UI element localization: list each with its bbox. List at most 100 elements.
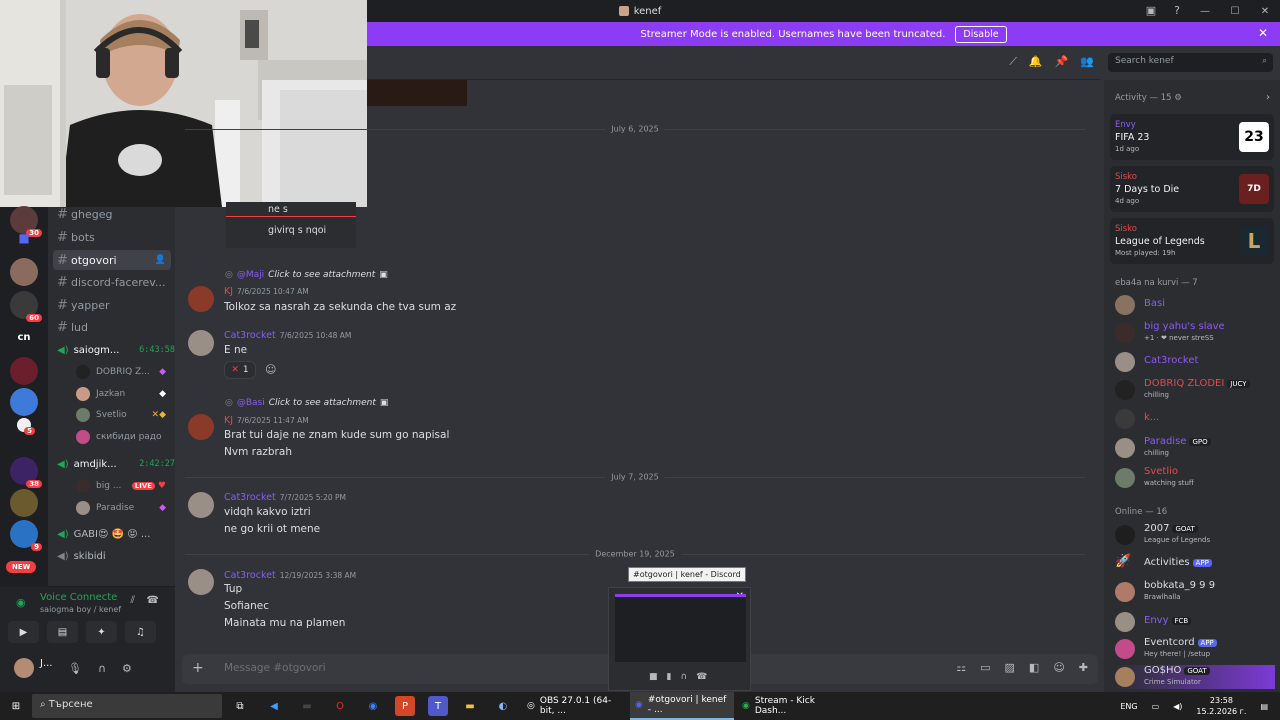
- inbox-icon[interactable]: ▣: [1146, 4, 1156, 17]
- server-icon[interactable]: 5: [17, 418, 35, 435]
- search-input[interactable]: Search kenef ⌕: [1108, 53, 1273, 72]
- member-row[interactable]: Paradise GPO chilling: [1115, 436, 1275, 460]
- voice-user[interactable]: DOBRIQ Z... ◆: [76, 362, 166, 382]
- voice-channel-3[interactable]: ◀) GABI😍 🤩 😝 ...: [57, 525, 175, 543]
- voice-user[interactable]: Svetlio ✕◆: [76, 405, 166, 425]
- camera-icon[interactable]: ■: [649, 672, 658, 682]
- server-icon[interactable]: [10, 388, 38, 416]
- voice-location[interactable]: saiogma boy / kenef: [40, 605, 121, 614]
- avatar[interactable]: [14, 658, 34, 678]
- member-row[interactable]: k...: [1115, 407, 1275, 431]
- reply-preview[interactable]: ◎ @Maji Click to see attachment ▣: [225, 270, 388, 280]
- settings-icon[interactable]: ⚙: [122, 662, 132, 675]
- voice-channel-4[interactable]: ◀) skibidi: [57, 547, 175, 565]
- channel-discord-facerev[interactable]: # discord-facerev...: [53, 272, 171, 292]
- add-reaction-icon[interactable]: ☺: [265, 363, 276, 376]
- avatar[interactable]: [188, 330, 214, 356]
- member-row[interactable]: big yahu's slave +1 · ❤ never streSS: [1115, 321, 1275, 345]
- opera-icon[interactable]: O: [330, 696, 350, 716]
- voice-user[interactable]: Paradise ◆: [76, 498, 166, 518]
- emoji-icon[interactable]: ☺: [1053, 661, 1064, 674]
- server-icon[interactable]: [10, 258, 38, 286]
- language-indicator[interactable]: ENG: [1120, 702, 1137, 711]
- network-icon[interactable]: ▭: [1152, 702, 1160, 711]
- screen-share-button[interactable]: ▤: [47, 621, 78, 643]
- member-row[interactable]: Basi: [1115, 293, 1275, 317]
- powerpoint-icon[interactable]: P: [395, 696, 415, 716]
- channel-ghegeg[interactable]: # ghegeg: [53, 204, 171, 224]
- clock[interactable]: 23:58 15.2.2026 г.: [1196, 695, 1246, 717]
- member-row[interactable]: 2007 GOAT League of Legends: [1115, 523, 1275, 547]
- teams-icon[interactable]: T: [428, 696, 448, 716]
- help-icon[interactable]: ?: [1174, 4, 1180, 17]
- channel-bots[interactable]: # bots: [53, 227, 171, 247]
- taskbar-app-obs[interactable]: ◎ OBS 27.0.1 (64-bit, ...: [522, 692, 626, 720]
- voice-user[interactable]: big ... LIVE ♥: [76, 476, 166, 496]
- server-icon[interactable]: 30: [10, 206, 42, 237]
- avatar[interactable]: [188, 286, 214, 312]
- avatar[interactable]: [188, 492, 214, 518]
- server-icon[interactable]: 60: [10, 291, 42, 322]
- message-author[interactable]: Cat3rocket 7/7/2025 5:20 PM: [224, 492, 346, 503]
- noise-suppression-icon[interactable]: ⫽: [131, 595, 135, 606]
- close-button[interactable]: ✕: [1250, 0, 1280, 22]
- user-name[interactable]: J...: [40, 658, 53, 669]
- member-row[interactable]: Svetlio watching stuff: [1115, 466, 1275, 490]
- app-icon[interactable]: ▬: [297, 696, 317, 716]
- server-icon[interactable]: [10, 357, 38, 385]
- windows-start-icon[interactable]: ⊞: [6, 696, 26, 716]
- close-icon[interactable]: ✕: [1258, 26, 1268, 40]
- disconnect-icon[interactable]: ☎: [696, 672, 707, 682]
- gear-icon[interactable]: ⚙: [1174, 93, 1182, 103]
- message-author[interactable]: KJ 7/6/2025 11:47 AM: [224, 415, 309, 426]
- server-icon[interactable]: [10, 489, 38, 517]
- reply-preview[interactable]: ◎ @Basi Click to see attachment ▣: [225, 398, 388, 408]
- minimize-button[interactable]: —: [1190, 0, 1220, 22]
- message-author[interactable]: Cat3rocket 7/6/2025 10:48 AM: [224, 330, 351, 341]
- activity-card[interactable]: Envy FIFA 23 1d ago 23: [1110, 114, 1274, 160]
- task-view-icon[interactable]: ⧉: [230, 696, 250, 716]
- channel-lud[interactable]: # lud: [53, 317, 171, 337]
- member-row[interactable]: Envy FCB: [1115, 610, 1275, 634]
- bell-icon[interactable]: 🔔: [1029, 55, 1043, 69]
- add-member-icon[interactable]: 👤: [155, 255, 166, 265]
- activity-card[interactable]: Sisko 7 Days to Die 4d ago 7D: [1110, 166, 1274, 212]
- app-launcher-icon[interactable]: ✚: [1079, 661, 1088, 674]
- taskbar-window-preview[interactable]: ✕ ■ ▮ ∩ ☎: [608, 587, 751, 691]
- message-author[interactable]: KJ 7/6/2025 10:47 AM: [224, 286, 309, 297]
- add-attachment-icon[interactable]: +: [192, 660, 204, 676]
- disable-button[interactable]: Disable: [955, 25, 1007, 43]
- member-row[interactable]: Cat3rocket: [1115, 350, 1275, 374]
- folder-icon[interactable]: ■: [10, 231, 38, 245]
- channel-yapper[interactable]: # yapper: [53, 295, 171, 315]
- threads-icon[interactable]: ⟋: [1009, 55, 1017, 69]
- taskbar-search[interactable]: ⌕ Търсене: [32, 694, 222, 718]
- folder-icon[interactable]: ▬: [460, 696, 480, 716]
- chevron-right-icon[interactable]: ›: [1266, 92, 1270, 103]
- pin-icon[interactable]: 📌: [1055, 55, 1069, 69]
- server-icon[interactable]: 9: [10, 520, 42, 551]
- attachment-image[interactable]: [367, 80, 467, 106]
- vscode-icon[interactable]: ◀: [264, 696, 284, 716]
- taskbar-app-discord[interactable]: ◉ #otgovori | kenef - ...: [630, 692, 734, 720]
- gift-icon[interactable]: ▭: [980, 661, 990, 674]
- headphones-icon[interactable]: ∩: [680, 672, 687, 682]
- member-row[interactable]: Eventcord APP Hey there! | /setup: [1115, 637, 1275, 661]
- activity-card[interactable]: Sisko League of Legends Most played: 19h L: [1110, 218, 1274, 264]
- channel-otgovori[interactable]: # otgovori 👤: [53, 250, 171, 270]
- microphone-icon[interactable]: ▮: [667, 672, 672, 682]
- voice-channel-1[interactable]: ◀) saiogm... 6:43:58: [57, 341, 175, 359]
- avatar[interactable]: [188, 414, 214, 440]
- message-author[interactable]: Cat3rocket 12/19/2025 3:38 AM: [224, 570, 356, 581]
- voice-user[interactable]: Jazkan ◆: [76, 384, 166, 404]
- voice-channel-2[interactable]: ◀) amdjik... 2:42:27: [57, 455, 175, 473]
- server-icon[interactable]: 38: [10, 457, 42, 488]
- camera-button[interactable]: ▶: [8, 621, 39, 643]
- headphones-icon[interactable]: ∩: [98, 662, 106, 675]
- gif-icon[interactable]: ▨: [1005, 661, 1015, 674]
- member-row[interactable]: bobkata_9 9 9 Brawlhalla: [1115, 580, 1275, 604]
- reaction[interactable]: ✕ 1: [224, 361, 256, 379]
- member-row[interactable]: 🚀 Activities APP: [1115, 552, 1275, 576]
- soundboard-button[interactable]: ♫: [125, 621, 156, 643]
- steam-icon[interactable]: ◐: [493, 696, 513, 716]
